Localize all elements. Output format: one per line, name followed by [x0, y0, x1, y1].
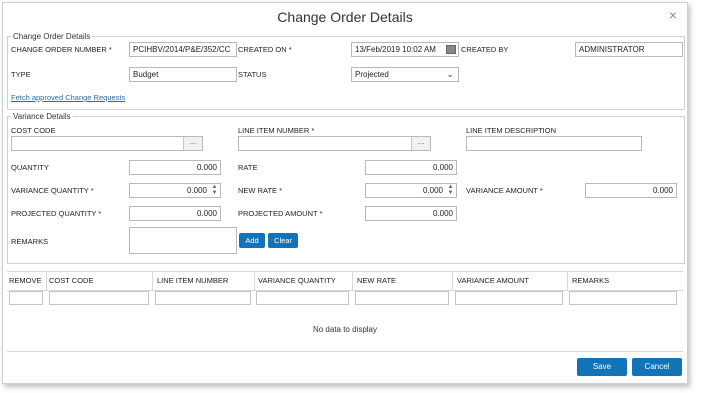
- column-divider: [46, 272, 47, 290]
- projected-amount-label: PROJECTED AMOUNT *: [238, 209, 323, 218]
- variance-quantity-value: 0.000: [186, 186, 207, 195]
- variance-section: Variance Details: [7, 112, 685, 264]
- lookup-icon[interactable]: ...: [183, 137, 202, 150]
- new-rate-label: NEW RATE *: [238, 186, 283, 195]
- new-rate-value: 0.000: [422, 186, 443, 195]
- fetch-change-requests-link[interactable]: Fetch approved Change Requests: [11, 93, 125, 102]
- quantity-field[interactable]: 0.000: [129, 160, 221, 175]
- status-select[interactable]: Projected ⌄: [351, 67, 459, 82]
- rate-field[interactable]: 0.000: [365, 160, 457, 175]
- filter-cost-code[interactable]: [49, 291, 149, 305]
- line-item-description-field[interactable]: [466, 136, 642, 151]
- cost-code-label: COST CODE: [11, 126, 56, 135]
- column-header-line-item-number[interactable]: LINE ITEM NUMBER: [157, 276, 228, 285]
- change-order-number-field[interactable]: PCIHBV/2014/P&E/352/CC: [129, 42, 237, 57]
- created-by-field[interactable]: ADMINISTRATOR: [575, 42, 683, 57]
- type-label: TYPE: [11, 70, 31, 79]
- dialog-title: Change Order Details: [277, 9, 413, 25]
- status-label: STATUS: [238, 70, 267, 79]
- filter-line-item-number[interactable]: [155, 291, 251, 305]
- change-order-dialog: Change Order Details × Change Order Deta…: [2, 2, 688, 384]
- column-header-new-rate[interactable]: NEW RATE: [357, 276, 396, 285]
- projected-quantity-field[interactable]: 0.000: [129, 206, 221, 221]
- new-rate-stepper[interactable]: 0.000 ▲ ▼: [365, 183, 457, 198]
- spinner-icon[interactable]: ▲ ▼: [446, 184, 455, 197]
- column-divider: [567, 272, 568, 290]
- change-order-legend: Change Order Details: [13, 32, 91, 41]
- variance-legend: Variance Details: [13, 112, 71, 121]
- column-divider: [352, 272, 353, 290]
- change-order-number-label: CHANGE ORDER NUMBER *: [11, 45, 112, 54]
- projected-amount-field[interactable]: 0.000: [365, 206, 457, 221]
- created-on-label: CREATED ON *: [238, 45, 292, 54]
- created-on-field[interactable]: 13/Feb/2019 10:02 AM: [351, 42, 459, 57]
- chevron-down-icon: ⌄: [446, 69, 454, 79]
- close-icon[interactable]: ×: [669, 7, 677, 23]
- calendar-icon[interactable]: [446, 45, 456, 54]
- variance-amount-label: VARIANCE AMOUNT *: [466, 186, 543, 195]
- column-header-variance-amount[interactable]: VARIANCE AMOUNT: [457, 276, 529, 285]
- lookup-icon[interactable]: ...: [411, 137, 430, 150]
- line-item-number-lookup[interactable]: ...: [238, 136, 431, 151]
- column-divider: [452, 272, 453, 290]
- column-header-variance-quantity[interactable]: VARIANCE QUANTITY: [258, 276, 336, 285]
- column-header-remove[interactable]: REMOVE: [9, 276, 42, 285]
- clear-button[interactable]: Clear: [268, 233, 298, 248]
- filter-new-rate[interactable]: [355, 291, 449, 305]
- column-divider: [152, 272, 153, 290]
- line-item-number-label: LINE ITEM NUMBER *: [238, 126, 315, 135]
- spin-down-icon[interactable]: ▼: [448, 190, 454, 196]
- created-on-value: 13/Feb/2019 10:02 AM: [355, 45, 436, 54]
- remarks-textarea[interactable]: [129, 227, 237, 254]
- rate-label: RATE: [238, 163, 258, 172]
- filter-variance-quantity[interactable]: [256, 291, 349, 305]
- filter-variance-amount[interactable]: [455, 291, 563, 305]
- cancel-button[interactable]: Cancel: [632, 358, 682, 376]
- grid-header: REMOVE COST CODE LINE ITEM NUMBER VARIAN…: [7, 271, 683, 291]
- spin-down-icon[interactable]: ▼: [212, 190, 218, 196]
- spinner-icon[interactable]: ▲ ▼: [210, 184, 219, 197]
- line-item-description-label: LINE ITEM DESCRIPTION: [466, 126, 557, 135]
- type-field[interactable]: Budget: [129, 67, 237, 82]
- created-by-label: CREATED BY: [461, 45, 509, 54]
- save-button[interactable]: Save: [577, 358, 627, 376]
- cost-code-lookup[interactable]: ...: [11, 136, 203, 151]
- status-value: Projected: [355, 70, 389, 79]
- variance-amount-field[interactable]: 0.000: [585, 183, 677, 198]
- add-button[interactable]: Add: [239, 233, 265, 248]
- column-header-cost-code[interactable]: COST CODE: [49, 276, 93, 285]
- variance-quantity-stepper[interactable]: 0.000 ▲ ▼: [129, 183, 221, 198]
- filter-remarks[interactable]: [569, 291, 677, 305]
- variance-quantity-label: VARIANCE QUANTITY *: [11, 186, 94, 195]
- quantity-label: QUANTITY: [11, 163, 49, 172]
- projected-quantity-label: PROJECTED QUANTITY *: [11, 209, 102, 218]
- filter-remove[interactable]: [9, 291, 43, 305]
- column-header-remarks[interactable]: REMARKS: [572, 276, 609, 285]
- column-divider: [254, 272, 255, 290]
- empty-grid-message: No data to display: [312, 325, 378, 334]
- footer-divider: [7, 351, 683, 352]
- remarks-label: REMARKS: [11, 237, 49, 246]
